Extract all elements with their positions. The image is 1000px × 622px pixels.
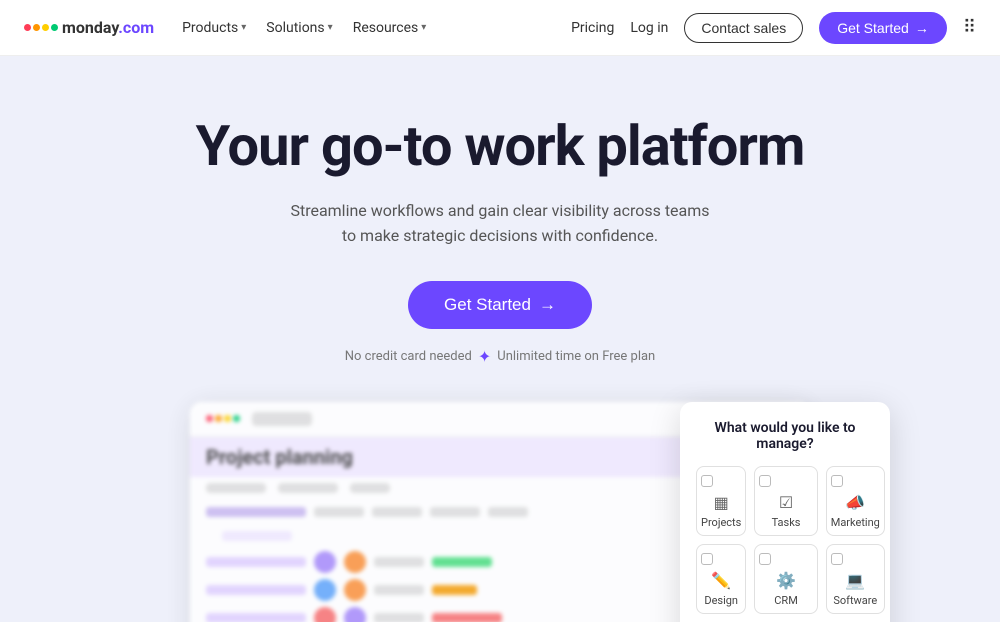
nav-left: monday.com Products ▾ Solutions ▾ Resour… (24, 18, 426, 37)
chevron-down-icon: ▾ (241, 22, 246, 33)
nav-pricing-link[interactable]: Pricing (571, 20, 614, 36)
manage-checkbox-tasks[interactable] (759, 475, 771, 487)
nav-menu: Products ▾ Solutions ▾ Resources ▾ (182, 20, 426, 36)
hero-bottom: Project planning (0, 402, 1000, 622)
marketing-label: Marketing (831, 516, 880, 529)
manage-card: What would you like to manage? ▦ Project… (680, 402, 890, 622)
tasks-icon: ☑ (779, 493, 793, 512)
logo[interactable]: monday.com (24, 18, 154, 37)
manage-checkbox-design[interactable] (701, 553, 713, 565)
hero-title: Your go-to work platform (196, 116, 805, 178)
chevron-down-icon: ▾ (328, 22, 333, 33)
tasks-label: Tasks (772, 516, 801, 529)
projects-label: Projects (701, 516, 741, 529)
logo-dot-4 (51, 24, 58, 31)
manage-card-title: What would you like to manage? (696, 420, 874, 452)
manage-item-tasks[interactable]: ☑ Tasks (754, 466, 817, 536)
logo-dot-1 (24, 24, 31, 31)
nav-login-link[interactable]: Log in (630, 20, 668, 36)
manage-item-marketing[interactable]: 📣 Marketing (826, 466, 885, 536)
nav-item-products[interactable]: Products ▾ (182, 20, 246, 36)
db-logo-placeholder (252, 412, 312, 426)
navigation: monday.com Products ▾ Solutions ▾ Resour… (0, 0, 1000, 56)
software-icon: 💻 (845, 571, 865, 590)
design-icon: ✏️ (711, 571, 731, 590)
logo-dot-2 (33, 24, 40, 31)
nav-item-resources[interactable]: Resources ▾ (353, 20, 427, 36)
marketing-icon: 📣 (845, 493, 865, 512)
manage-item-software[interactable]: 💻 Software (826, 544, 885, 614)
manage-item-crm[interactable]: ⚙️ CRM (754, 544, 817, 614)
crm-icon: ⚙️ (776, 571, 796, 590)
software-label: Software (833, 594, 877, 607)
design-label: Design (704, 594, 738, 607)
hero-subtitle: Streamline workflows and gain clear visi… (290, 198, 709, 249)
manage-checkbox-marketing[interactable] (831, 475, 843, 487)
manage-checkbox-software[interactable] (831, 553, 843, 565)
logo-text: monday.com (62, 18, 154, 37)
note-separator: ✦ (478, 347, 491, 366)
logo-dot-3 (42, 24, 49, 31)
manage-item-design[interactable]: ✏️ Design (696, 544, 746, 614)
nav-right: Pricing Log in Contact sales Get Started… (571, 12, 976, 44)
chevron-down-icon: ▾ (421, 22, 426, 33)
nav-item-solutions[interactable]: Solutions ▾ (266, 20, 332, 36)
hero-note: No credit card needed ✦ Unlimited time o… (345, 347, 656, 366)
manage-checkbox-crm[interactable] (759, 553, 771, 565)
nav-get-started-button[interactable]: Get Started → (819, 12, 947, 44)
hero-section: Your go-to work platform Streamline work… (0, 56, 1000, 622)
hero-get-started-button[interactable]: Get Started → (408, 281, 592, 329)
manage-grid: ▦ Projects ☑ Tasks 📣 Marketing ✏️ (696, 466, 874, 622)
logo-dots (24, 24, 58, 31)
manage-checkbox-projects[interactable] (701, 475, 713, 487)
projects-icon: ▦ (714, 493, 729, 512)
contact-sales-button[interactable]: Contact sales (684, 13, 803, 43)
grid-icon[interactable]: ⠿ (963, 17, 976, 38)
crm-label: CRM (774, 594, 798, 607)
manage-item-projects[interactable]: ▦ Projects (696, 466, 746, 536)
